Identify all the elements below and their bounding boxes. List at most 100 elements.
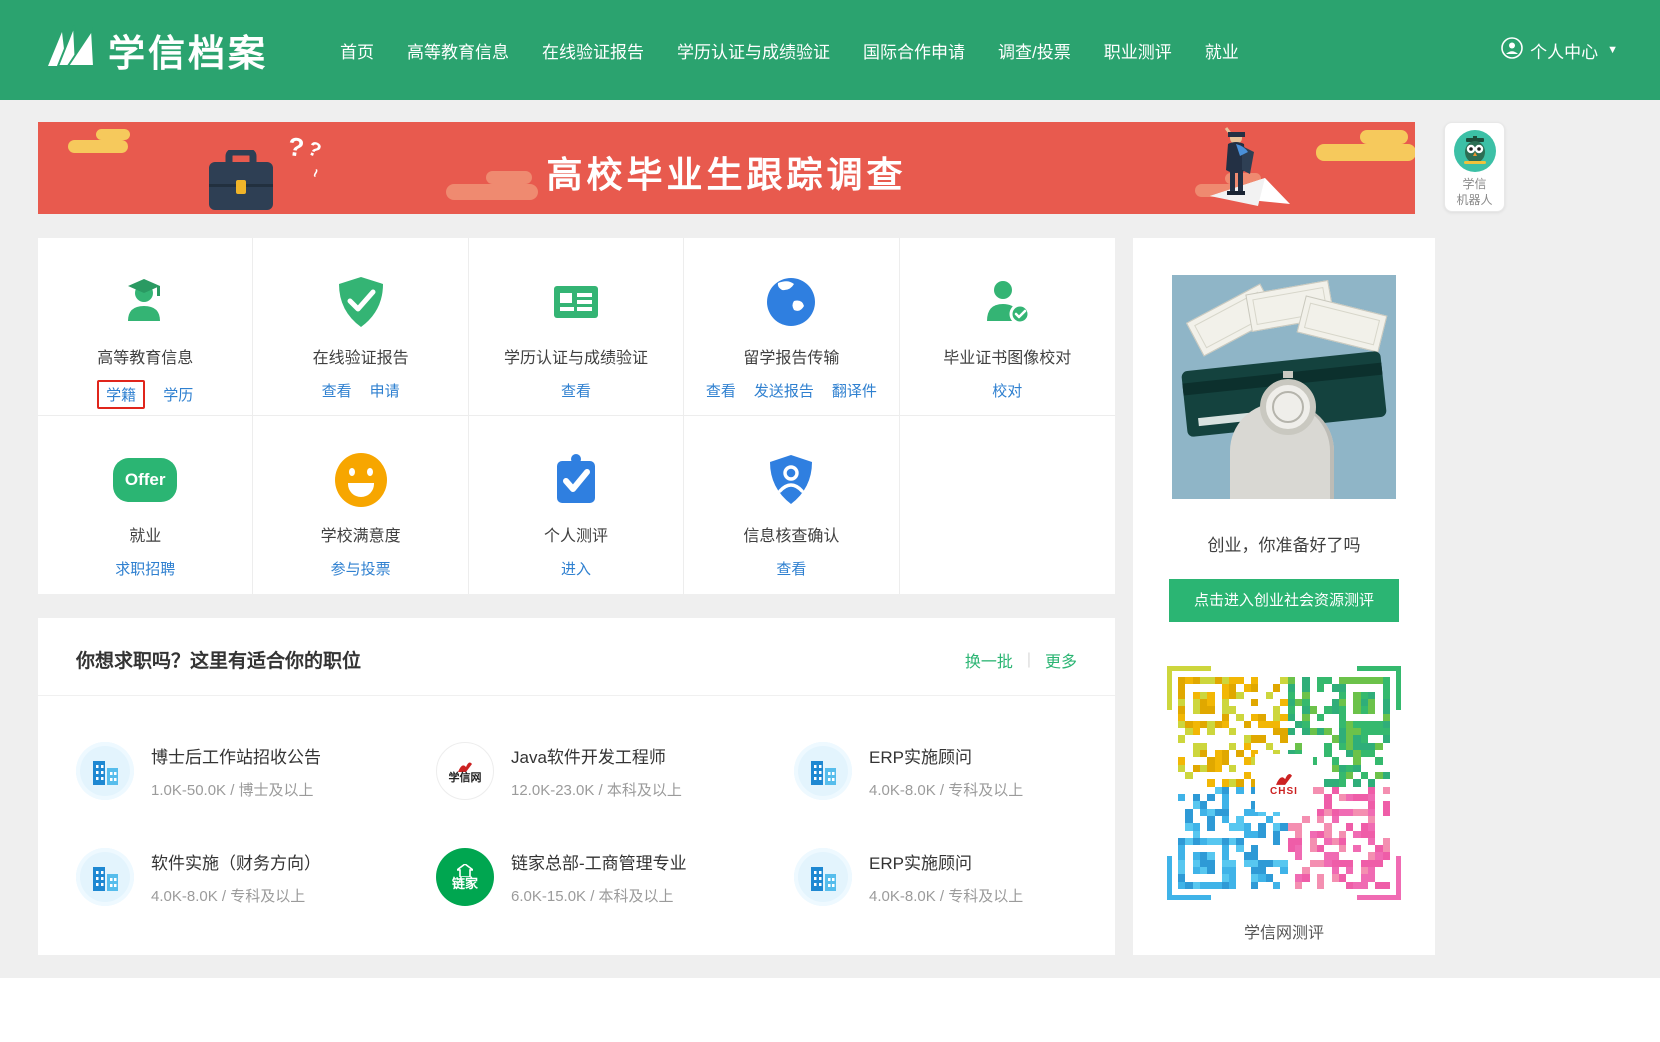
service-title: 信息核查确认 bbox=[743, 522, 839, 546]
robot-label-line1: 学信 bbox=[1445, 176, 1504, 192]
nav-item-online-report[interactable]: 在线验证报告 bbox=[542, 38, 644, 63]
main-nav: 首页 高等教育信息 在线验证报告 学历认证与成绩验证 国际合作申请 调查/投票 … bbox=[340, 38, 1239, 63]
job-listing[interactable]: 链家 链家总部-工商管理专业 6.0K-15.0K / 本科及以上 bbox=[436, 848, 794, 906]
qr-center-text: CHSI bbox=[1270, 786, 1298, 797]
link-xueji-highlighted[interactable]: 学籍 bbox=[97, 380, 145, 409]
right-sidebar: 创业，你准备好了吗 点击进入创业社会资源测评 CHSI 学信网测评 bbox=[1133, 238, 1435, 955]
job-listing[interactable]: ERP实施顾问 4.0K-8.0K / 专科及以上 bbox=[794, 848, 1115, 906]
job-listing[interactable]: ERP实施顾问 4.0K-8.0K / 专科及以上 bbox=[794, 742, 1115, 800]
job-title: ERP实施顾问 bbox=[869, 743, 1023, 768]
nav-item-career-test[interactable]: 职业测评 bbox=[1104, 38, 1172, 63]
robot-label-line2: 机器人 bbox=[1445, 192, 1504, 208]
service-card-higher-education: 高等教育信息 学籍 学历 bbox=[38, 238, 253, 416]
job-salary: 6.0K-15.0K / 本科及以上 bbox=[511, 885, 687, 906]
graduate-icon bbox=[118, 274, 172, 330]
job-title: 软件实施（财务方向） bbox=[151, 849, 321, 874]
lianjia-company-logo: 链家 bbox=[436, 848, 494, 906]
service-card-online-report: 在线验证报告 查看 申请 bbox=[253, 238, 468, 416]
job-title: ERP实施顾问 bbox=[869, 849, 1023, 874]
divider bbox=[38, 695, 1115, 696]
chsi-robot-widget[interactable]: 学信 机器人 bbox=[1444, 122, 1505, 212]
link-view-report[interactable]: 查看 bbox=[322, 380, 352, 401]
separator: | bbox=[1027, 651, 1031, 669]
site-logo[interactable]: 学信档案 bbox=[42, 22, 268, 79]
user-center-menu[interactable]: 个人中心 ▼ bbox=[1501, 37, 1618, 64]
job-title: Java软件开发工程师 bbox=[511, 743, 682, 768]
jobs-panel-title: 你想求职吗？这里有适合你的职位 bbox=[76, 646, 361, 673]
more-jobs-link[interactable]: 更多 bbox=[1045, 648, 1077, 672]
book-pages-icon bbox=[42, 22, 98, 79]
service-card-overseas-report: 留学报告传输 查看 发送报告 翻译件 bbox=[684, 238, 899, 416]
job-salary: 12.0K-23.0K / 本科及以上 bbox=[511, 779, 682, 800]
startup-assessment-button[interactable]: 点击进入创业社会资源测评 bbox=[1169, 579, 1399, 622]
link-xueli[interactable]: 学历 bbox=[163, 384, 193, 405]
company-building-icon bbox=[794, 742, 852, 800]
job-listing[interactable]: 学信网 Java软件开发工程师 12.0K-23.0K / 本科及以上 bbox=[436, 742, 794, 800]
job-salary: 4.0K-8.0K / 专科及以上 bbox=[869, 885, 1023, 906]
service-title: 个人测评 bbox=[544, 522, 608, 546]
link-view-certification[interactable]: 查看 bbox=[561, 380, 591, 401]
survey-banner[interactable]: ??~ 高校毕业生跟踪调查 bbox=[38, 122, 1415, 214]
nav-item-higher-education[interactable]: 高等教育信息 bbox=[407, 38, 509, 63]
service-title: 留学报告传输 bbox=[743, 344, 839, 368]
service-card-school-satisfaction: 学校满意度 参与投票 bbox=[253, 416, 468, 594]
banknote-illustration bbox=[1297, 295, 1388, 352]
service-card-diploma-photo: 毕业证书图像校对 校对 bbox=[900, 238, 1115, 416]
next-section-strip bbox=[0, 978, 1660, 1042]
stopwatch-illustration bbox=[1260, 379, 1316, 435]
robot-owl-icon bbox=[1454, 130, 1496, 172]
user-circle-icon bbox=[1501, 37, 1523, 64]
offer-badge-icon: Offer bbox=[113, 452, 177, 508]
shield-check-icon bbox=[335, 274, 387, 330]
nav-item-employment[interactable]: 就业 bbox=[1205, 38, 1239, 63]
link-view-overseas[interactable]: 查看 bbox=[706, 380, 736, 401]
startup-promo-image[interactable] bbox=[1172, 275, 1396, 499]
service-title: 学历认证与成绩验证 bbox=[504, 344, 648, 368]
qr-center-logo: CHSI bbox=[1255, 754, 1313, 812]
jobs-panel: 你想求职吗？这里有适合你的职位 换一批 | 更多 博士后工作站招收 bbox=[38, 618, 1115, 955]
job-title: 博士后工作站招收公告 bbox=[151, 743, 321, 768]
id-card-icon bbox=[549, 274, 603, 330]
service-card-certification: 学历认证与成绩验证 查看 bbox=[469, 238, 684, 416]
job-title: 链家总部-工商管理专业 bbox=[511, 849, 687, 874]
service-title: 在线验证报告 bbox=[313, 344, 409, 368]
clipboard-check-icon bbox=[553, 452, 599, 508]
link-vote[interactable]: 参与投票 bbox=[331, 558, 391, 579]
job-listing[interactable]: 博士后工作站招收公告 1.0K-50.0K / 博士及以上 bbox=[76, 742, 436, 800]
chsi-company-logo: 学信网 bbox=[436, 742, 494, 800]
link-apply-report[interactable]: 申请 bbox=[370, 380, 400, 401]
link-proofread[interactable]: 校对 bbox=[992, 380, 1022, 401]
service-title: 毕业证书图像校对 bbox=[943, 344, 1071, 368]
refresh-jobs-button[interactable]: 换一批 bbox=[965, 648, 1013, 672]
logo-text: 学信档案 bbox=[108, 23, 268, 77]
qr-caption: 学信网测评 bbox=[1133, 919, 1435, 943]
user-center-label: 个人中心 bbox=[1530, 38, 1598, 63]
qr-code: CHSI bbox=[1167, 666, 1401, 900]
link-job-recruit[interactable]: 求职招聘 bbox=[115, 558, 175, 579]
service-card-info-verification: 信息核查确认 查看 bbox=[684, 416, 899, 594]
service-card-empty bbox=[900, 416, 1115, 594]
lianjia-logo-text: 链家 bbox=[452, 877, 478, 890]
nav-item-international[interactable]: 国际合作申请 bbox=[863, 38, 965, 63]
service-card-personal-test: 个人测评 进入 bbox=[469, 416, 684, 594]
globe-icon bbox=[764, 274, 818, 330]
nav-item-certification[interactable]: 学历认证与成绩验证 bbox=[677, 38, 830, 63]
company-building-icon bbox=[794, 848, 852, 906]
job-salary: 4.0K-8.0K / 专科及以上 bbox=[869, 779, 1023, 800]
link-view-verification[interactable]: 查看 bbox=[776, 558, 806, 579]
service-card-employment: Offer 就业 求职招聘 bbox=[38, 416, 253, 594]
company-building-icon bbox=[76, 742, 134, 800]
link-enter-test[interactable]: 进入 bbox=[561, 558, 591, 579]
job-salary: 1.0K-50.0K / 博士及以上 bbox=[151, 779, 321, 800]
nav-item-survey-vote[interactable]: 调查/投票 bbox=[998, 38, 1071, 63]
services-grid: 高等教育信息 学籍 学历 在线验证报告 查看 申请 bbox=[38, 238, 1115, 594]
link-send-report[interactable]: 发送报告 bbox=[754, 380, 814, 401]
job-listing[interactable]: 软件实施（财务方向） 4.0K-8.0K / 专科及以上 bbox=[76, 848, 436, 906]
person-check-icon bbox=[979, 274, 1035, 330]
nav-item-home[interactable]: 首页 bbox=[340, 38, 374, 63]
link-translation[interactable]: 翻译件 bbox=[832, 380, 877, 401]
service-title: 学校满意度 bbox=[321, 522, 401, 546]
graduate-on-paper-plane-illustration bbox=[1170, 126, 1320, 214]
smiley-icon bbox=[335, 452, 387, 508]
service-title: 高等教育信息 bbox=[97, 344, 193, 368]
